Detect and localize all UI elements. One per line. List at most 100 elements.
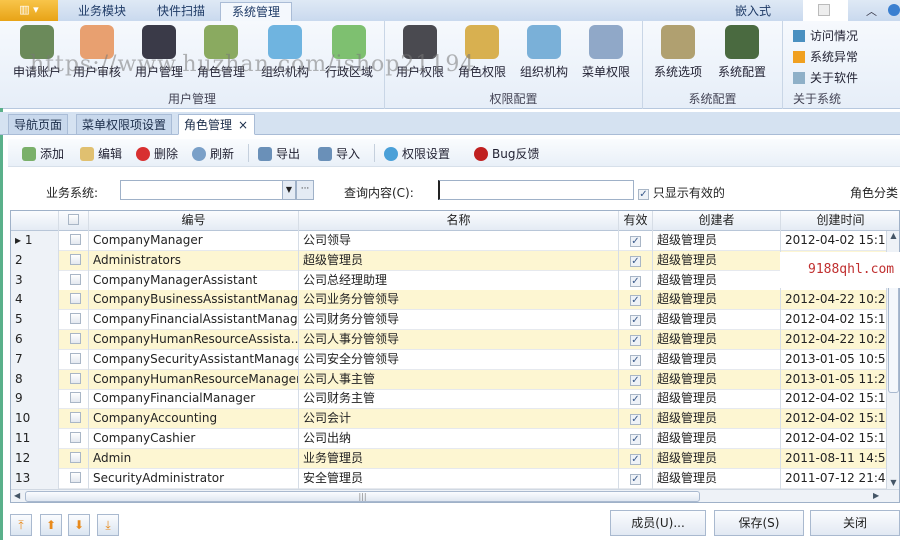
system-config-button[interactable]: 系统配置 [711, 25, 773, 89]
edit-button[interactable]: 编辑 [80, 145, 122, 162]
table-row[interactable]: 2 Administrators 超级管理员 ✓ 超级管理员 [11, 250, 886, 271]
valid-checkbox[interactable]: ✓ [619, 468, 653, 489]
ellipsis-button[interactable]: ··· [296, 180, 314, 200]
scroll-up-icon[interactable]: ▲ [887, 231, 899, 240]
table-row[interactable]: 12 Admin 业务管理员 ✓ 超级管理员 2011-08-11 14:5 [11, 448, 886, 469]
table-row[interactable]: 13 SecurityAdministrator 安全管理员 ✓ 超级管理员 2011-0… [11, 468, 886, 489]
user-manage-button[interactable]: 用户管理 [128, 25, 190, 89]
permission-settings-button[interactable]: 权限设置 [384, 145, 450, 162]
close-button[interactable]: 关闭 [810, 510, 900, 536]
table-row[interactable]: ▸ 1 CompanyManager 公司领导 ✓ 超级管理员 2012-04-02 15… [11, 231, 886, 251]
valid-checkbox[interactable]: ✓ [619, 349, 653, 370]
col-name[interactable]: 名称 [299, 211, 619, 231]
table-row[interactable]: 11 CompanyCashier 公司出纳 ✓ 超级管理员 2012-04-02 15:… [11, 429, 886, 449]
valid-checkbox[interactable]: ✓ [619, 250, 653, 271]
table-row[interactable]: 10 CompanyAccounting 公司会计 ✓ 超级管理员 2012-04-02 … [11, 409, 886, 430]
tab-navigation[interactable]: 导航页面 [8, 114, 69, 135]
move-bottom-button[interactable]: ⤓ [97, 514, 119, 536]
apply-account-button[interactable]: 申请账户 [6, 25, 68, 89]
valid-checkbox[interactable]: ✓ [619, 369, 653, 390]
refresh-button[interactable]: 刷新 [192, 145, 234, 162]
system-select[interactable] [120, 180, 285, 200]
close-icon[interactable]: × [238, 115, 248, 135]
edit-icon [80, 147, 94, 161]
table-row[interactable]: 9 CompanyFinancialManager 公司财务主管 ✓ 超级管理员 2012… [11, 389, 886, 410]
valid-checkbox[interactable]: ✓ [619, 270, 653, 291]
menu-tab-scan[interactable]: 快件扫描 [142, 2, 220, 21]
about-button[interactable]: 关于软件 [793, 69, 858, 86]
valid-checkbox[interactable]: ✓ [619, 231, 653, 251]
region-button[interactable]: 行政区域 [318, 25, 380, 89]
menu-tab-system[interactable]: 系统管理 [220, 2, 292, 21]
tab-menu-permission[interactable]: 菜单权限项设置 [76, 114, 173, 135]
col-valid[interactable]: 有效 [619, 211, 653, 231]
export-button[interactable]: 导出 [258, 145, 300, 162]
delete-button[interactable]: 删除 [136, 145, 178, 162]
table-row[interactable]: 5 CompanyFinancialAssistantManager 公司财务分管领… [11, 310, 886, 331]
user-audit-button[interactable]: 用户审核 [66, 25, 128, 89]
move-up-button[interactable]: ⬆ [40, 514, 62, 536]
valid-checkbox[interactable]: ✓ [619, 290, 653, 311]
table-row[interactable]: 7 CompanySecurityAssistantManager 公司安全分管领导… [11, 349, 886, 370]
org-button[interactable]: 组织机构 [254, 25, 316, 89]
bug-report-button[interactable]: Bug反馈 [474, 145, 539, 162]
menu-tab-business[interactable]: 业务模块 [62, 2, 142, 21]
app-menu-button[interactable]: ▥ ▾ [0, 0, 58, 21]
table-row[interactable]: 8 CompanyHumanResourceManager 公司人事主管 ✓ 超级管理员… [11, 369, 886, 390]
menu-permission-button[interactable]: 菜单权限 [575, 25, 637, 89]
move-down-button[interactable]: ⬇ [68, 514, 90, 536]
table-row[interactable]: 6 CompanyHumanResourceAssista... 公司人事分管领导 ✓… [11, 330, 886, 350]
row-select-checkbox[interactable] [59, 290, 89, 311]
query-input[interactable] [438, 180, 634, 200]
valid-checkbox[interactable]: ✓ [619, 429, 653, 449]
import-button[interactable]: 导入 [318, 145, 360, 162]
valid-checkbox[interactable]: ✓ [619, 448, 653, 469]
only-valid-checkbox[interactable]: ✓ 只显示有效的 [638, 184, 725, 201]
scroll-down-icon[interactable]: ▼ [887, 478, 899, 487]
category-label: 角色分类 [850, 186, 899, 200]
row-select-checkbox[interactable] [59, 369, 89, 390]
tab-role-manage[interactable]: 角色管理 × [178, 114, 256, 135]
valid-checkbox[interactable]: ✓ [619, 330, 653, 350]
move-top-button[interactable]: ⤒ [10, 514, 32, 536]
row-select-checkbox[interactable] [59, 330, 89, 350]
add-button[interactable]: 添加 [22, 145, 64, 162]
table-row[interactable]: 3 CompanyManagerAssistant 公司总经理助理 ✓ 超级管理员 [11, 270, 886, 291]
collapse-ribbon-icon[interactable]: ︿ [866, 3, 877, 19]
row-select-checkbox[interactable] [59, 448, 89, 469]
valid-checkbox[interactable]: ✓ [619, 389, 653, 410]
select-all-checkbox[interactable] [59, 211, 89, 231]
row-select-checkbox[interactable] [59, 270, 89, 291]
group-label: 系统配置 [688, 92, 737, 106]
row-select-checkbox[interactable] [59, 310, 89, 331]
valid-checkbox[interactable]: ✓ [619, 409, 653, 430]
visit-stats-button[interactable]: 访问情况 [793, 27, 858, 44]
col-code[interactable]: 编号 [89, 211, 299, 231]
row-select-checkbox[interactable] [59, 250, 89, 271]
role-manage-button[interactable]: 角色管理 [190, 25, 252, 89]
system-errors-button[interactable]: 系统异常 [793, 48, 858, 65]
row-select-checkbox[interactable] [59, 231, 89, 251]
scroll-right-icon[interactable]: ▶ [873, 491, 879, 500]
valid-checkbox[interactable]: ✓ [619, 310, 653, 331]
row-select-checkbox[interactable] [59, 468, 89, 489]
scroll-left-icon[interactable]: ◀ [14, 491, 20, 500]
row-select-checkbox[interactable] [59, 429, 89, 449]
org-permission-button[interactable]: 组织机构 [513, 25, 575, 89]
scroll-thumb[interactable]: ||| [25, 491, 700, 502]
system-options-button[interactable]: 系统选项 [647, 25, 709, 89]
horizontal-scrollbar[interactable]: ◀ ||| ▶ [11, 489, 899, 502]
table-row[interactable]: 4 CompanyBusinessAssistantManager 公司业务分管领导… [11, 290, 886, 311]
col-created-time[interactable]: 创建时间 [781, 211, 899, 231]
members-button[interactable]: 成员(U)... [610, 510, 706, 536]
row-select-checkbox[interactable] [59, 389, 89, 410]
user-permission-button[interactable]: 用户权限 [389, 25, 451, 89]
row-select-checkbox[interactable] [59, 409, 89, 430]
save-button[interactable]: 保存(S) [714, 510, 804, 536]
dropdown-arrow-icon[interactable]: ▼ [282, 180, 296, 200]
row-select-checkbox[interactable] [59, 349, 89, 370]
col-creator[interactable]: 创建者 [653, 211, 781, 231]
help-icon[interactable] [888, 4, 900, 16]
window-box[interactable] [803, 0, 848, 21]
role-permission-button[interactable]: 角色权限 [451, 25, 513, 89]
